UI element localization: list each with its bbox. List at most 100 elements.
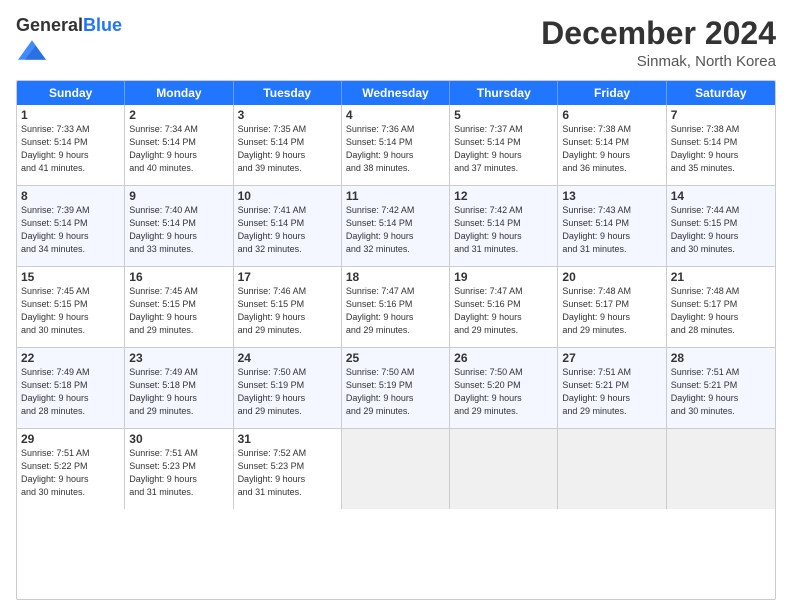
day-info: Sunrise: 7:51 AM Sunset: 5:23 PM Dayligh… <box>129 447 228 499</box>
day-number: 30 <box>129 432 228 446</box>
day-number: 24 <box>238 351 337 365</box>
calendar-cell <box>558 429 666 509</box>
header: GeneralBlue December 2024 Sinmak, North … <box>16 16 776 70</box>
calendar-cell: 20Sunrise: 7:48 AM Sunset: 5:17 PM Dayli… <box>558 267 666 347</box>
calendar-header-day: Sunday <box>17 81 125 105</box>
title-block: December 2024 Sinmak, North Korea <box>541 16 776 70</box>
logo-general-text: General <box>16 15 83 35</box>
day-number: 23 <box>129 351 228 365</box>
day-info: Sunrise: 7:40 AM Sunset: 5:14 PM Dayligh… <box>129 204 228 256</box>
calendar-cell: 2Sunrise: 7:34 AM Sunset: 5:14 PM Daylig… <box>125 105 233 185</box>
day-number: 21 <box>671 270 771 284</box>
day-info: Sunrise: 7:52 AM Sunset: 5:23 PM Dayligh… <box>238 447 337 499</box>
calendar-cell: 1Sunrise: 7:33 AM Sunset: 5:14 PM Daylig… <box>17 105 125 185</box>
calendar-body: 1Sunrise: 7:33 AM Sunset: 5:14 PM Daylig… <box>17 105 775 509</box>
day-number: 20 <box>562 270 661 284</box>
calendar-cell: 16Sunrise: 7:45 AM Sunset: 5:15 PM Dayli… <box>125 267 233 347</box>
day-info: Sunrise: 7:38 AM Sunset: 5:14 PM Dayligh… <box>671 123 771 175</box>
day-number: 19 <box>454 270 553 284</box>
calendar-header-day: Thursday <box>450 81 558 105</box>
title-main: December 2024 <box>541 16 776 51</box>
day-info: Sunrise: 7:41 AM Sunset: 5:14 PM Dayligh… <box>238 204 337 256</box>
calendar-cell: 27Sunrise: 7:51 AM Sunset: 5:21 PM Dayli… <box>558 348 666 428</box>
day-info: Sunrise: 7:43 AM Sunset: 5:14 PM Dayligh… <box>562 204 661 256</box>
day-info: Sunrise: 7:42 AM Sunset: 5:14 PM Dayligh… <box>454 204 553 256</box>
calendar-cell: 14Sunrise: 7:44 AM Sunset: 5:15 PM Dayli… <box>667 186 775 266</box>
day-info: Sunrise: 7:49 AM Sunset: 5:18 PM Dayligh… <box>21 366 120 418</box>
day-info: Sunrise: 7:50 AM Sunset: 5:19 PM Dayligh… <box>346 366 445 418</box>
day-info: Sunrise: 7:47 AM Sunset: 5:16 PM Dayligh… <box>454 285 553 337</box>
day-number: 31 <box>238 432 337 446</box>
calendar-cell <box>450 429 558 509</box>
day-info: Sunrise: 7:35 AM Sunset: 5:14 PM Dayligh… <box>238 123 337 175</box>
day-info: Sunrise: 7:48 AM Sunset: 5:17 PM Dayligh… <box>671 285 771 337</box>
calendar-cell: 25Sunrise: 7:50 AM Sunset: 5:19 PM Dayli… <box>342 348 450 428</box>
day-info: Sunrise: 7:37 AM Sunset: 5:14 PM Dayligh… <box>454 123 553 175</box>
calendar-cell: 19Sunrise: 7:47 AM Sunset: 5:16 PM Dayli… <box>450 267 558 347</box>
calendar-cell: 26Sunrise: 7:50 AM Sunset: 5:20 PM Dayli… <box>450 348 558 428</box>
day-number: 8 <box>21 189 120 203</box>
calendar-week: 8Sunrise: 7:39 AM Sunset: 5:14 PM Daylig… <box>17 185 775 266</box>
day-info: Sunrise: 7:51 AM Sunset: 5:22 PM Dayligh… <box>21 447 120 499</box>
page: GeneralBlue December 2024 Sinmak, North … <box>0 0 792 612</box>
calendar-header-day: Saturday <box>667 81 775 105</box>
day-info: Sunrise: 7:50 AM Sunset: 5:20 PM Dayligh… <box>454 366 553 418</box>
calendar-cell: 23Sunrise: 7:49 AM Sunset: 5:18 PM Dayli… <box>125 348 233 428</box>
day-info: Sunrise: 7:45 AM Sunset: 5:15 PM Dayligh… <box>21 285 120 337</box>
calendar-cell: 29Sunrise: 7:51 AM Sunset: 5:22 PM Dayli… <box>17 429 125 509</box>
calendar-header-day: Wednesday <box>342 81 450 105</box>
calendar-cell: 4Sunrise: 7:36 AM Sunset: 5:14 PM Daylig… <box>342 105 450 185</box>
calendar-header-day: Friday <box>558 81 666 105</box>
day-number: 14 <box>671 189 771 203</box>
calendar-cell: 22Sunrise: 7:49 AM Sunset: 5:18 PM Dayli… <box>17 348 125 428</box>
calendar: SundayMondayTuesdayWednesdayThursdayFrid… <box>16 80 776 600</box>
calendar-header-day: Monday <box>125 81 233 105</box>
calendar-cell: 21Sunrise: 7:48 AM Sunset: 5:17 PM Dayli… <box>667 267 775 347</box>
day-number: 9 <box>129 189 228 203</box>
logo-blue-text: Blue <box>83 15 122 35</box>
calendar-week: 1Sunrise: 7:33 AM Sunset: 5:14 PM Daylig… <box>17 105 775 185</box>
calendar-cell: 3Sunrise: 7:35 AM Sunset: 5:14 PM Daylig… <box>234 105 342 185</box>
day-info: Sunrise: 7:48 AM Sunset: 5:17 PM Dayligh… <box>562 285 661 337</box>
day-info: Sunrise: 7:51 AM Sunset: 5:21 PM Dayligh… <box>671 366 771 418</box>
calendar-cell: 17Sunrise: 7:46 AM Sunset: 5:15 PM Dayli… <box>234 267 342 347</box>
calendar-cell: 10Sunrise: 7:41 AM Sunset: 5:14 PM Dayli… <box>234 186 342 266</box>
calendar-cell: 11Sunrise: 7:42 AM Sunset: 5:14 PM Dayli… <box>342 186 450 266</box>
day-info: Sunrise: 7:47 AM Sunset: 5:16 PM Dayligh… <box>346 285 445 337</box>
calendar-cell: 5Sunrise: 7:37 AM Sunset: 5:14 PM Daylig… <box>450 105 558 185</box>
day-info: Sunrise: 7:42 AM Sunset: 5:14 PM Dayligh… <box>346 204 445 256</box>
day-number: 12 <box>454 189 553 203</box>
day-info: Sunrise: 7:33 AM Sunset: 5:14 PM Dayligh… <box>21 123 120 175</box>
day-number: 26 <box>454 351 553 365</box>
day-number: 17 <box>238 270 337 284</box>
calendar-cell: 24Sunrise: 7:50 AM Sunset: 5:19 PM Dayli… <box>234 348 342 428</box>
day-number: 13 <box>562 189 661 203</box>
day-info: Sunrise: 7:50 AM Sunset: 5:19 PM Dayligh… <box>238 366 337 418</box>
calendar-cell <box>342 429 450 509</box>
day-info: Sunrise: 7:36 AM Sunset: 5:14 PM Dayligh… <box>346 123 445 175</box>
calendar-week: 22Sunrise: 7:49 AM Sunset: 5:18 PM Dayli… <box>17 347 775 428</box>
calendar-cell: 12Sunrise: 7:42 AM Sunset: 5:14 PM Dayli… <box>450 186 558 266</box>
day-info: Sunrise: 7:46 AM Sunset: 5:15 PM Dayligh… <box>238 285 337 337</box>
day-number: 16 <box>129 270 228 284</box>
day-info: Sunrise: 7:34 AM Sunset: 5:14 PM Dayligh… <box>129 123 228 175</box>
day-number: 15 <box>21 270 120 284</box>
calendar-cell: 18Sunrise: 7:47 AM Sunset: 5:16 PM Dayli… <box>342 267 450 347</box>
calendar-week: 29Sunrise: 7:51 AM Sunset: 5:22 PM Dayli… <box>17 428 775 509</box>
day-info: Sunrise: 7:51 AM Sunset: 5:21 PM Dayligh… <box>562 366 661 418</box>
day-info: Sunrise: 7:39 AM Sunset: 5:14 PM Dayligh… <box>21 204 120 256</box>
day-number: 28 <box>671 351 771 365</box>
calendar-cell <box>667 429 775 509</box>
day-number: 6 <box>562 108 661 122</box>
calendar-cell: 13Sunrise: 7:43 AM Sunset: 5:14 PM Dayli… <box>558 186 666 266</box>
day-number: 3 <box>238 108 337 122</box>
day-number: 4 <box>346 108 445 122</box>
day-number: 11 <box>346 189 445 203</box>
day-number: 2 <box>129 108 228 122</box>
calendar-header: SundayMondayTuesdayWednesdayThursdayFrid… <box>17 81 775 105</box>
day-number: 27 <box>562 351 661 365</box>
logo: GeneralBlue <box>16 16 122 69</box>
day-number: 18 <box>346 270 445 284</box>
calendar-cell: 9Sunrise: 7:40 AM Sunset: 5:14 PM Daylig… <box>125 186 233 266</box>
day-info: Sunrise: 7:45 AM Sunset: 5:15 PM Dayligh… <box>129 285 228 337</box>
